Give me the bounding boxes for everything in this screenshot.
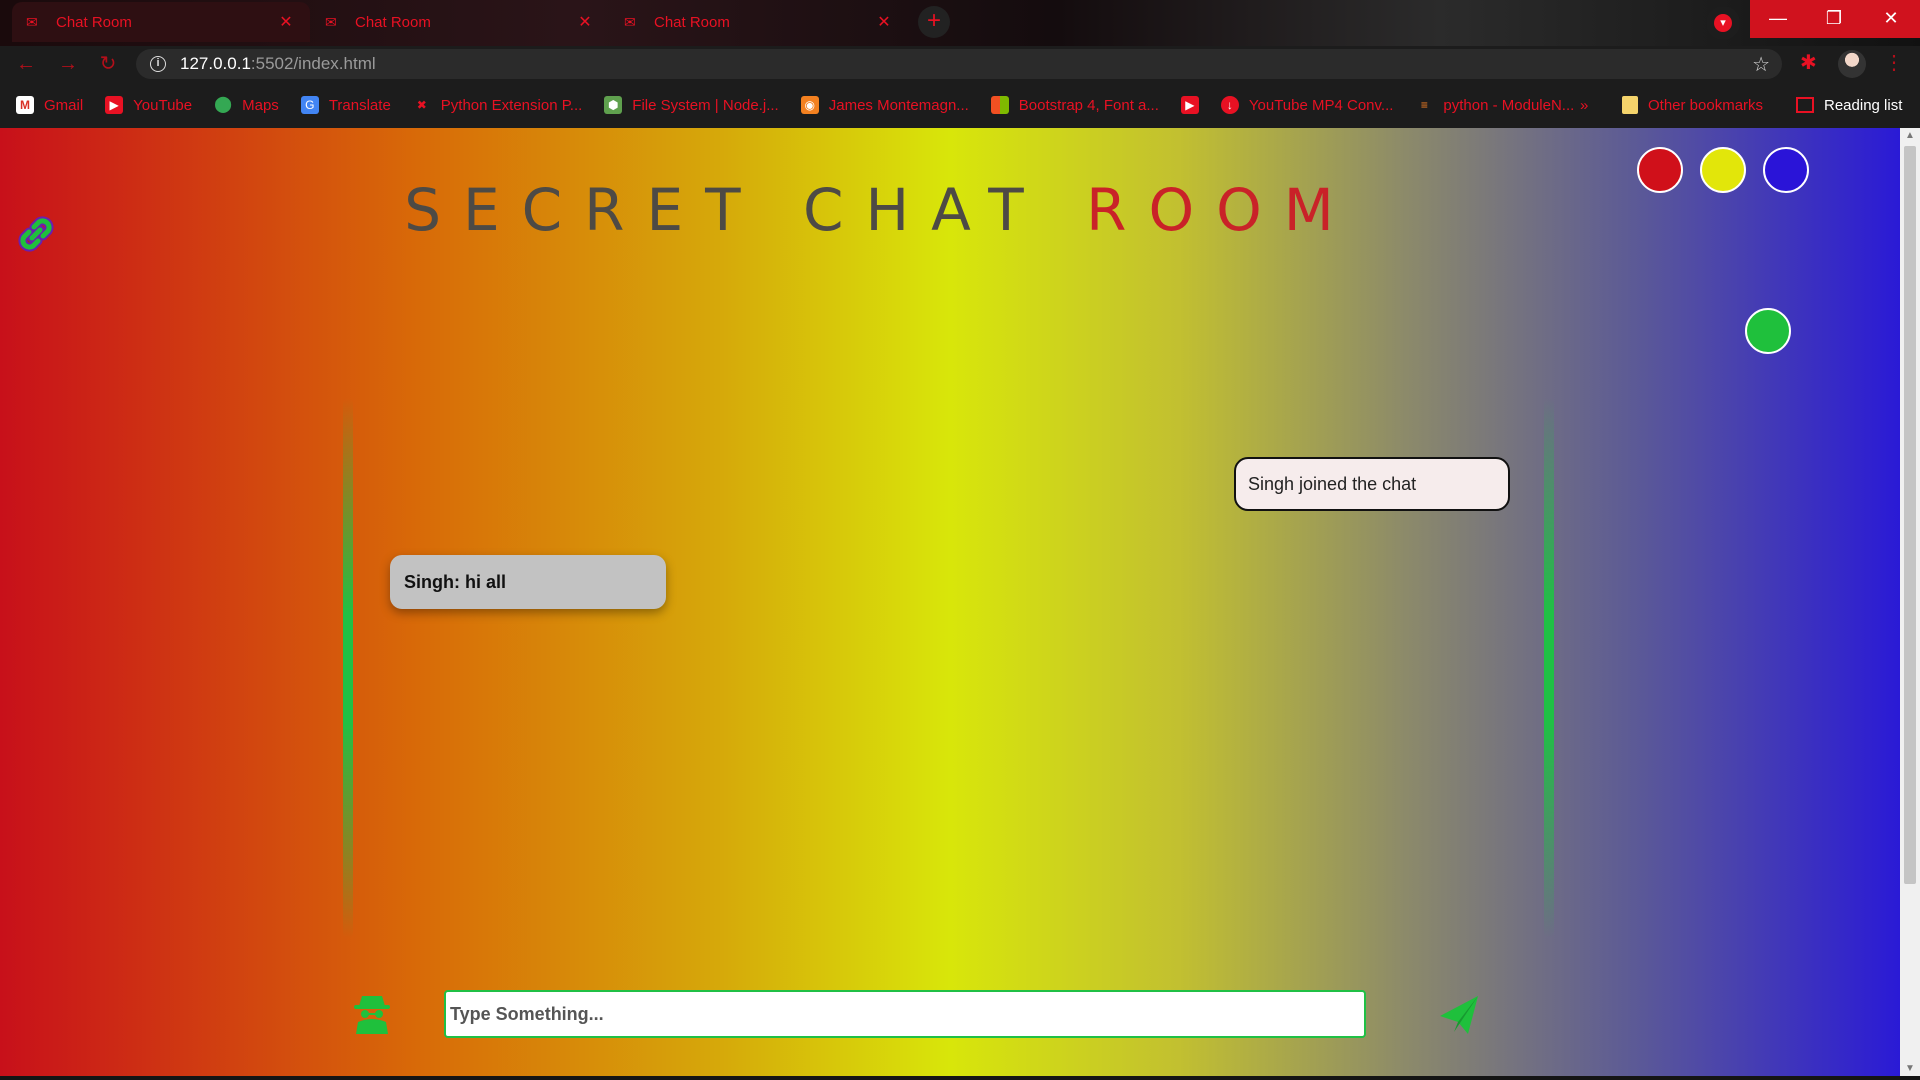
user-message: Singh: hi all: [390, 555, 666, 609]
window-bottom-edge: [0, 1076, 1920, 1080]
tab-title: Chat Room: [654, 13, 730, 31]
tab-title: Chat Room: [355, 13, 431, 31]
python-extension-icon: ✖: [416, 98, 427, 112]
tab-chat-room-1[interactable]: ✉ Chat Room ✕: [12, 2, 310, 42]
bookmark-label: python - ModuleN...: [1443, 96, 1575, 114]
restore-window-button[interactable]: ❐: [1806, 0, 1862, 38]
microsoft-icon: [990, 96, 1009, 114]
scrollbar-thumb[interactable]: [1904, 146, 1916, 884]
bookmark-label: Bootstrap 4, Font a...: [1018, 96, 1159, 114]
online-status-dot: [1745, 308, 1791, 354]
bookmark-bootstrap[interactable]: Bootstrap 4, Font a...: [990, 96, 1159, 114]
page-title: SECRET CHAT ROOM: [0, 176, 1760, 244]
theme-yellow-button[interactable]: [1700, 147, 1746, 193]
bookmark-youtube-2[interactable]: ▶: [1180, 96, 1199, 114]
bookmark-star-icon[interactable]: ☆: [1752, 52, 1770, 77]
bookmark-translate[interactable]: G Translate: [300, 96, 391, 114]
bookmark-python-extension[interactable]: ✖ Python Extension P...: [413, 96, 583, 114]
close-window-button[interactable]: ✕: [1862, 0, 1920, 38]
forward-arrow-icon[interactable]: →: [56, 52, 80, 76]
bookmarks-bar: M Gmail ▶ YouTube ⬤ Maps G Translate ✖ P…: [0, 82, 1920, 128]
chat-room-favicon-icon: ✉: [26, 14, 38, 30]
bookmark-maps[interactable]: ⬤ Maps: [214, 96, 279, 114]
reading-list-icon: [1796, 97, 1814, 113]
url-path: :5502/index.html: [250, 54, 376, 73]
theme-red-button[interactable]: [1637, 147, 1683, 193]
url-host: 127.0.0.1: [180, 54, 251, 73]
reading-list-label: Reading list: [1824, 96, 1903, 114]
bookmark-label: Python Extension P...: [440, 96, 583, 114]
bookmarks-overflow-button[interactable]: »: [1580, 82, 1588, 128]
new-tab-button[interactable]: +: [918, 6, 950, 38]
bookmark-gmail[interactable]: M Gmail: [16, 96, 83, 114]
nodejs-icon: ⬢: [604, 96, 623, 114]
stackoverflow-icon: ≡: [1420, 98, 1428, 112]
incognito-user-icon: [354, 996, 390, 1034]
bookmark-label: File System | Node.j...: [632, 96, 779, 114]
tab-close-icon[interactable]: ✕: [276, 12, 296, 32]
bookmark-label: James Montemagn...: [828, 96, 969, 114]
browser-menu-icon[interactable]: ⋮: [1884, 50, 1904, 75]
browser-toolbar: ← → ↻ i 127.0.0.1 :5502/index.html ☆: [0, 46, 1920, 82]
message-input[interactable]: [444, 990, 1366, 1038]
profile-avatar[interactable]: [1838, 50, 1866, 78]
link-chain-icon[interactable]: [12, 210, 60, 258]
theme-blue-button[interactable]: [1763, 147, 1809, 193]
tab-chat-room-2[interactable]: ✉ Chat Room ✕: [311, 2, 609, 42]
maps-icon: ⬤: [214, 96, 233, 113]
bookmark-label: Translate: [328, 96, 391, 114]
download-icon: ↓: [1220, 96, 1239, 114]
bookmark-youtube[interactable]: ▶ YouTube: [105, 96, 192, 114]
chat-room-favicon-icon: ✉: [624, 14, 636, 30]
send-paper-plane-icon[interactable]: [1438, 994, 1480, 1036]
bookmark-label: YouTube MP4 Conv...: [1248, 96, 1394, 114]
media-control-button[interactable]: ▾: [1706, 6, 1740, 40]
tab-chat-room-3[interactable]: ✉ Chat Room ✕: [610, 2, 908, 42]
chevron-down-icon: ▾: [1714, 14, 1732, 32]
title-accent: ROOM: [1086, 176, 1356, 244]
extensions-puzzle-icon[interactable]: ✱: [1800, 50, 1817, 75]
title-main: SECRET CHAT: [404, 176, 1087, 244]
youtube-icon: ▶: [105, 96, 124, 114]
bookmark-label: Maps: [242, 96, 279, 114]
site-info-icon[interactable]: i: [150, 56, 166, 72]
reading-list-button[interactable]: Reading list: [1796, 82, 1902, 128]
other-bookmarks-folder[interactable]: Other bookmarks: [1622, 82, 1763, 128]
bookmark-label: Gmail: [44, 96, 84, 114]
bookmark-youtube-mp4[interactable]: ↓ YouTube MP4 Conv...: [1220, 96, 1394, 114]
bookmark-nodejs[interactable]: ⬢ File System | Node.j...: [604, 96, 779, 114]
chat-room-favicon-icon: ✉: [325, 14, 337, 30]
chat-right-divider: [1544, 398, 1554, 938]
youtube-icon: ▶: [1180, 96, 1199, 114]
other-bookmarks-label: Other bookmarks: [1648, 96, 1764, 114]
tab-title: Chat Room: [56, 13, 132, 31]
bookmark-label: YouTube: [133, 96, 193, 114]
back-arrow-icon[interactable]: ←: [14, 52, 38, 76]
scroll-up-arrow-icon[interactable]: ▲: [1900, 130, 1920, 141]
scroll-down-arrow-icon[interactable]: ▼: [1900, 1063, 1920, 1074]
gmail-icon: M: [16, 96, 34, 114]
chat-room-page: SECRET CHAT ROOM Singh joined the chat S…: [0, 128, 1900, 1076]
bookmark-python-modulenotfound[interactable]: ≡ python - ModuleN...: [1415, 96, 1574, 114]
chat-left-divider: [343, 398, 353, 938]
address-bar[interactable]: i 127.0.0.1 :5502/index.html ☆: [136, 49, 1782, 79]
system-message: Singh joined the chat: [1234, 457, 1510, 511]
page-scrollbar[interactable]: ▲ ▼: [1900, 128, 1920, 1076]
reload-icon[interactable]: ↻: [96, 52, 120, 76]
tab-close-icon[interactable]: ✕: [874, 12, 894, 32]
folder-icon: [1622, 96, 1638, 114]
blog-icon: ◉: [800, 96, 819, 114]
browser-tab-strip: ✉ Chat Room ✕ ✉ Chat Room ✕ ✉ Chat Room …: [0, 0, 1920, 46]
tab-close-icon[interactable]: ✕: [575, 12, 595, 32]
minimize-window-button[interactable]: —: [1750, 0, 1806, 38]
bookmark-james-montemagno[interactable]: ◉ James Montemagn...: [800, 96, 969, 114]
translate-icon: G: [300, 96, 319, 114]
